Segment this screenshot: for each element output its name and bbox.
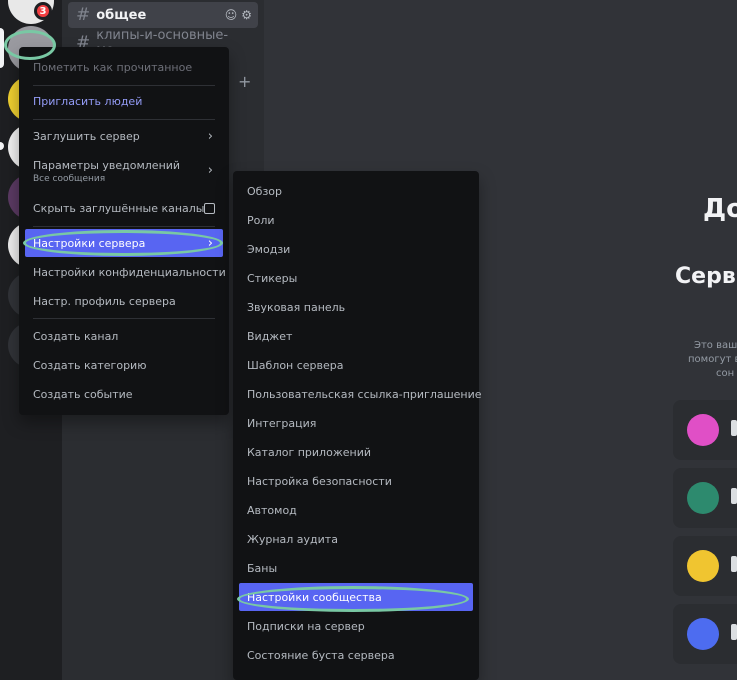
onboarding-card[interactable] <box>673 400 737 460</box>
submenu-item-app-directory[interactable]: Каталог приложений <box>239 438 473 466</box>
submenu-item-automod[interactable]: Автомод <box>239 496 473 524</box>
first-message-icon <box>687 550 719 582</box>
channel-name: общее <box>96 7 147 23</box>
menu-item-create-event[interactable]: Создать событие <box>25 380 223 408</box>
personalize-icon <box>687 482 719 514</box>
menu-item-privacy-settings[interactable]: Настройки конфиденциальности <box>25 258 226 286</box>
welcome-desc-line: сон <box>716 368 735 379</box>
welcome-title: До <box>703 194 737 224</box>
submenu-item-safety-setup[interactable]: Настройка безопасности <box>239 467 473 495</box>
checkbox[interactable] <box>204 202 215 214</box>
submenu-item-boost-status[interactable]: Состояние буста сервера <box>239 641 473 669</box>
gear-icon[interactable]: ⚙ <box>241 8 252 22</box>
menu-item-mark-read[interactable]: Пометить как прочитанное <box>25 53 223 81</box>
submenu-item-server-template[interactable]: Шаблон сервера <box>239 351 473 379</box>
welcome-subtitle: Серв <box>675 264 736 289</box>
add-channel-icon[interactable]: + <box>238 72 251 91</box>
add-member-icon[interactable]: ☺ <box>225 8 238 22</box>
welcome-desc-line: Это ваш <box>694 340 737 351</box>
onboarding-card[interactable] <box>673 604 737 664</box>
menu-item-create-channel[interactable]: Создать канал <box>25 322 223 350</box>
submenu-item-bans[interactable]: Баны <box>239 554 473 582</box>
submenu-item-overview[interactable]: Обзор <box>239 177 473 205</box>
submenu-item-vanity-url[interactable]: Пользовательская ссылка-приглашение <box>239 380 482 408</box>
chevron-right-icon: › <box>207 128 213 144</box>
menu-item-notification-settings[interactable]: Параметры уведомлений Все сообщения › <box>25 153 223 189</box>
unread-pill <box>0 142 4 150</box>
menu-item-server-settings[interactable]: Настройки сервера › <box>25 229 223 257</box>
menu-item-invite[interactable]: Пригласить людей <box>25 87 223 115</box>
menu-item-hide-muted[interactable]: Скрыть заглушённые каналы <box>25 194 223 222</box>
submenu-item-stickers[interactable]: Стикеры <box>239 264 473 292</box>
submenu-item-server-subscriptions[interactable]: Подписки на сервер <box>239 612 473 640</box>
welcome-desc-line: помогут в <box>688 354 737 365</box>
submenu-item-roles[interactable]: Роли <box>239 206 473 234</box>
submenu-item-emoji[interactable]: Эмодзи <box>239 235 473 263</box>
submenu-item-soundboard[interactable]: Звуковая панель <box>239 293 473 321</box>
onboarding-card[interactable] <box>673 536 737 596</box>
app-icon <box>687 618 719 650</box>
submenu-item-integrations[interactable]: Интеграция <box>239 409 473 437</box>
chevron-right-icon: › <box>207 235 213 251</box>
hash-icon: # <box>76 5 91 25</box>
chevron-right-icon: › <box>207 163 213 178</box>
invite-friends-icon <box>687 414 719 446</box>
channel-general[interactable]: # общее ☺ ⚙ <box>68 2 258 28</box>
server-context-menu: Пометить как прочитанное Пригласить люде… <box>19 47 229 415</box>
selected-server-pill <box>0 28 4 68</box>
mention-badge: 3 <box>34 2 52 20</box>
submenu-item-audit-log[interactable]: Журнал аудита <box>239 525 473 553</box>
submenu-item-widget[interactable]: Виджет <box>239 322 473 350</box>
menu-item-edit-server-profile[interactable]: Настр. профиль сервера <box>25 287 223 315</box>
menu-item-create-category[interactable]: Создать категорию <box>25 351 223 379</box>
menu-item-mute-server[interactable]: Заглушить сервер › <box>25 122 223 150</box>
onboarding-card[interactable] <box>673 468 737 528</box>
server-settings-submenu: Обзор Роли Эмодзи Стикеры Звуковая панел… <box>233 171 482 680</box>
submenu-item-community-settings[interactable]: Настройки сообщества <box>239 583 473 611</box>
